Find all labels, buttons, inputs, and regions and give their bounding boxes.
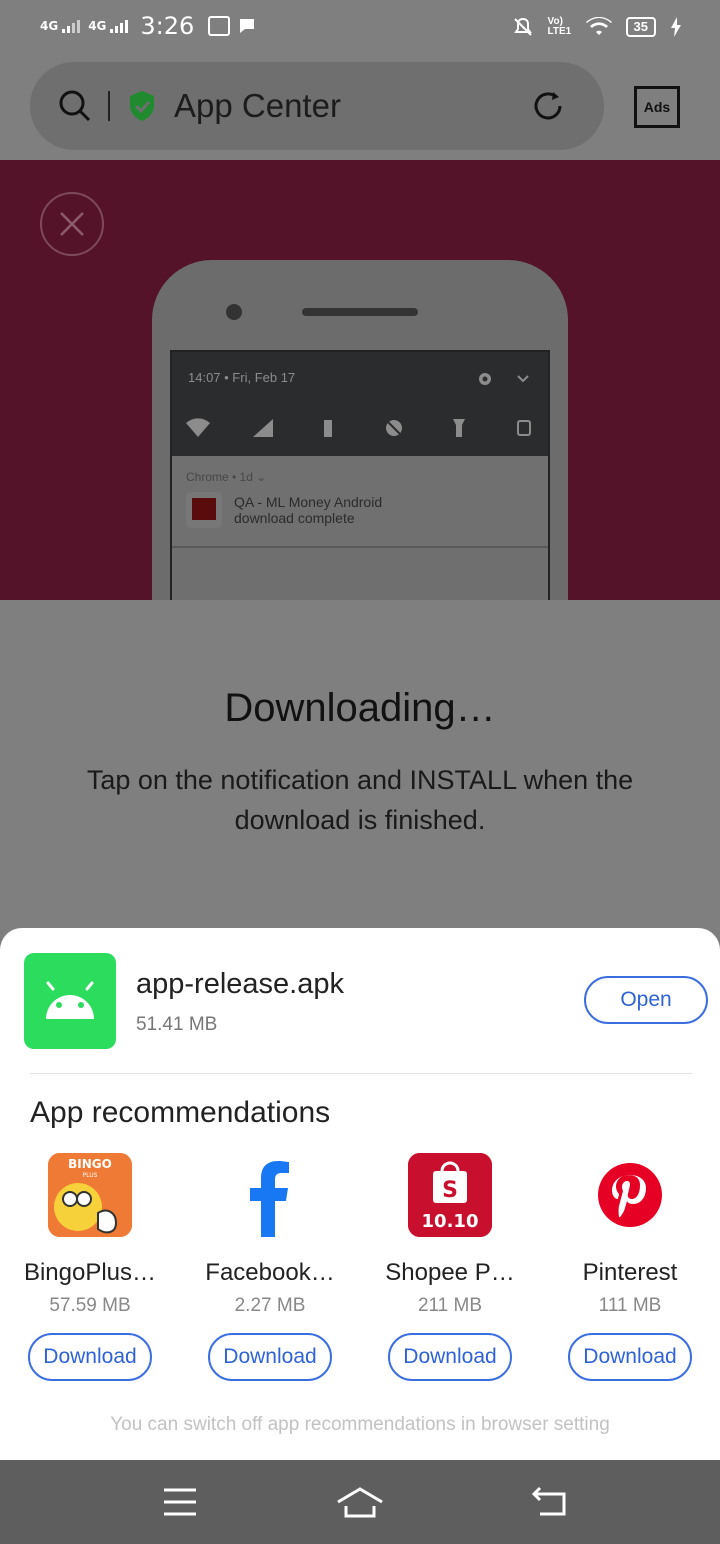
- charging-icon: [671, 17, 681, 37]
- gallery-notification-icon: [208, 16, 231, 36]
- facebook-icon[interactable]: [228, 1153, 312, 1237]
- battery-indicator: 35: [625, 17, 656, 37]
- recommended-app[interactable]: Facebook… 2.27 MB Download: [180, 1153, 360, 1381]
- pinterest-icon[interactable]: [588, 1153, 672, 1237]
- download-notification: Chrome • 1d ⌄ QA - ML Money Android down…: [172, 456, 548, 548]
- app-name: Pinterest: [582, 1259, 678, 1286]
- download-button[interactable]: Download: [28, 1333, 152, 1381]
- page-title: App Center: [174, 87, 341, 124]
- shade-date: 14:07 • Fri, Feb 17: [188, 370, 296, 385]
- phone-speaker: [302, 308, 418, 316]
- recommended-app[interactable]: S 10.10 Shopee P… 211 MB Download: [360, 1153, 540, 1381]
- close-icon: [60, 212, 84, 236]
- file-size: 51.41 MB: [136, 1014, 218, 1035]
- android-icon: [24, 953, 116, 1049]
- chat-notification-icon: [240, 19, 255, 33]
- navigation-bar: [0, 1460, 720, 1544]
- quick-settings: [186, 418, 536, 438]
- reload-icon[interactable]: [530, 88, 566, 124]
- divider: [108, 91, 110, 121]
- phone-screen: 14:07 • Fri, Feb 17 Chrome • 1d ⌄ QA - M…: [170, 350, 550, 600]
- bingoplus-icon[interactable]: BINGO PLUS: [48, 1153, 132, 1237]
- notification-source: Chrome • 1d ⌄: [186, 470, 267, 484]
- hero-banner: 14:07 • Fri, Feb 17 Chrome • 1d ⌄ QA - M…: [0, 160, 720, 600]
- chevron-down-icon: [517, 375, 529, 383]
- ads-button[interactable]: Ads: [634, 86, 680, 128]
- recommendations-list: BINGO PLUS BingoPlus… 57.59 MB Download …: [0, 1153, 720, 1383]
- notification-shade: 14:07 • Fri, Feb 17: [172, 352, 548, 456]
- divider: [30, 1073, 692, 1074]
- download-button[interactable]: Download: [388, 1333, 512, 1381]
- recommended-app[interactable]: Pinterest 111 MB Download: [540, 1153, 720, 1381]
- download-sheet: app-release.apk 51.41 MB Open App recomm…: [0, 928, 720, 1460]
- mute-icon: [513, 17, 532, 36]
- svg-text:S: S: [442, 1178, 458, 1203]
- address-bar[interactable]: App Center: [30, 62, 604, 150]
- close-button[interactable]: [40, 192, 104, 256]
- shield-icon: [130, 91, 154, 121]
- app-name: Facebook…: [205, 1259, 335, 1286]
- battery-icon: [324, 420, 333, 437]
- flashlight-icon: [452, 419, 465, 437]
- wifi-icon: [585, 17, 612, 35]
- app-size: 2.27 MB: [234, 1295, 306, 1316]
- signal-2-icon: 4G: [88, 19, 129, 33]
- recommendations-title: App recommendations: [30, 1096, 331, 1129]
- search-icon[interactable]: [58, 89, 92, 123]
- app-size: 57.59 MB: [49, 1295, 131, 1316]
- signal-icon: [253, 419, 274, 437]
- phone-illustration: 14:07 • Fri, Feb 17 Chrome • 1d ⌄ QA - M…: [152, 260, 568, 600]
- home-icon[interactable]: [336, 1486, 384, 1520]
- recommendations-hint: You can switch off app recommendations i…: [110, 1414, 610, 1435]
- download-button[interactable]: Download: [208, 1333, 332, 1381]
- notification-app-icon: [186, 492, 222, 528]
- phone-camera: [226, 304, 242, 320]
- download-button[interactable]: Download: [568, 1333, 692, 1381]
- clock: 3:26: [140, 12, 195, 40]
- app-name: Shopee P…: [385, 1259, 515, 1286]
- notification-title: QA - ML Money Android: [234, 494, 383, 510]
- download-status: Downloading… Tap on the notification and…: [0, 600, 720, 930]
- status-bar: 4G 4G 3:26 Vo) LTE1 35: [0, 0, 720, 58]
- back-icon[interactable]: [530, 1486, 568, 1518]
- app-size: 111 MB: [598, 1295, 662, 1316]
- svg-text:PLUS: PLUS: [83, 1172, 98, 1179]
- svg-text:10.10: 10.10: [422, 1211, 479, 1232]
- menu-icon[interactable]: [162, 1486, 198, 1518]
- browser-header: App Center Ads: [0, 58, 720, 160]
- app-name: BingoPlus…: [23, 1259, 157, 1286]
- signal-1-icon: 4G: [40, 19, 81, 33]
- download-title: Downloading…: [224, 686, 496, 730]
- file-name: app-release.apk: [136, 968, 344, 1000]
- download-description: Tap on the notification and INSTALL when…: [86, 765, 634, 835]
- open-button[interactable]: Open: [584, 976, 708, 1024]
- do-not-disturb-icon: [385, 420, 402, 436]
- app-size: 211 MB: [417, 1295, 483, 1316]
- volte-indicator: Vo) LTE1: [547, 16, 572, 37]
- svg-text:BINGO: BINGO: [68, 1157, 112, 1171]
- wifi-icon: [186, 418, 210, 437]
- recommended-app[interactable]: BINGO PLUS BingoPlus… 57.59 MB Download: [0, 1153, 180, 1381]
- shopee-icon[interactable]: S 10.10: [408, 1153, 492, 1237]
- auto-rotate-icon: [516, 420, 531, 436]
- notification-text: download complete: [234, 510, 355, 526]
- gear-icon: [479, 373, 491, 385]
